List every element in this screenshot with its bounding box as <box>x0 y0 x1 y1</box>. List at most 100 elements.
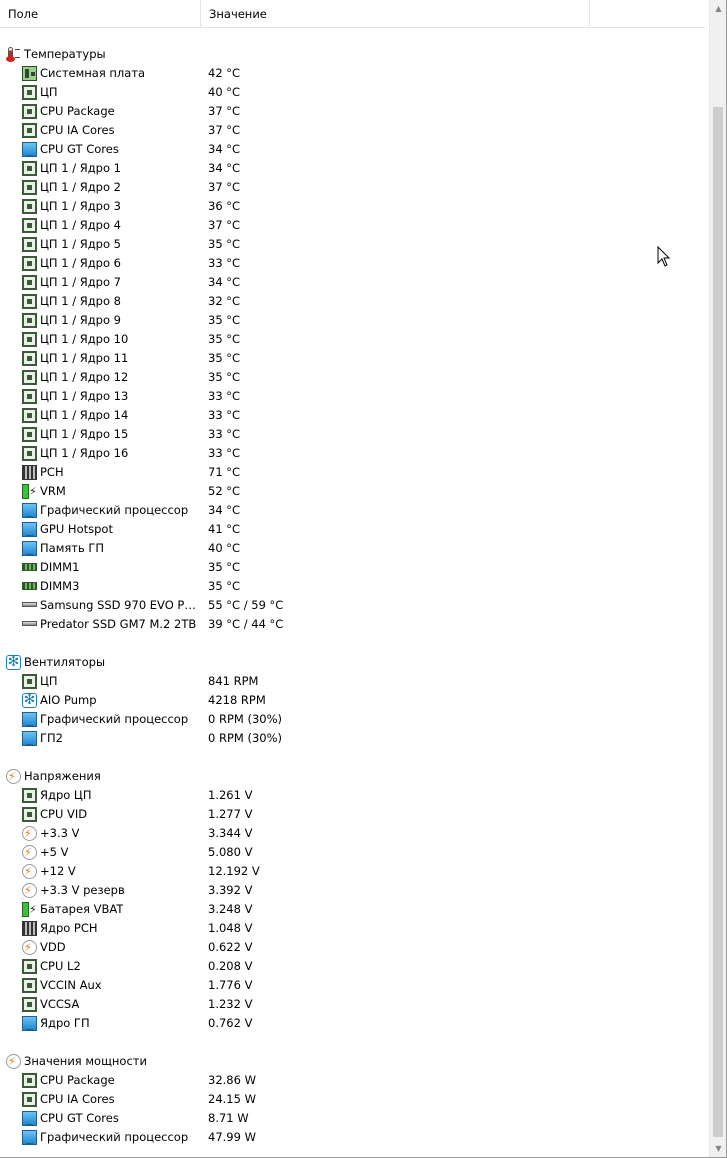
fan-icon: ✻ <box>22 692 37 708</box>
cpu-chip-icon <box>22 218 37 233</box>
cpu-chip-icon <box>22 788 37 803</box>
group-title: Значения мощности <box>24 1054 147 1068</box>
sensor-value: 1.232 V <box>208 997 253 1011</box>
sensor-row[interactable]: VRM 52 °C <box>0 482 705 501</box>
sensor-row[interactable]: Графический процессор 0 RPM (30%) <box>0 710 705 729</box>
sensor-label: Графический процессор <box>40 503 189 517</box>
sensor-row[interactable]: ЦП 1 / Ядро 6 33 °C <box>0 254 705 273</box>
sensor-row[interactable]: CPU GT Cores 8.71 W <box>0 1109 705 1128</box>
sensor-row[interactable]: ЦП 40 °C <box>0 83 705 102</box>
sensor-value: 41 °C <box>208 522 241 536</box>
sensor-row[interactable]: ЦП 1 / Ядро 12 35 °C <box>0 368 705 387</box>
sensor-row[interactable]: Системная плата 42 °C <box>0 64 705 83</box>
scroll-up-arrow-icon[interactable]: ▲ <box>710 0 727 17</box>
sensor-row[interactable]: GPU Hotspot 41 °C <box>0 520 705 539</box>
sensor-row[interactable]: PCH 71 °C <box>0 463 705 482</box>
sensor-row[interactable]: CPU GT Cores 34 °C <box>0 140 705 159</box>
voltage-icon <box>22 824 37 843</box>
sensor-label: PCH <box>40 465 64 479</box>
sensor-label: ЦП 1 / Ядро 6 <box>40 256 121 270</box>
ssd-drive-icon <box>22 602 37 607</box>
ram-module-icon <box>22 582 37 590</box>
sensor-row[interactable]: CPU VID 1.277 V <box>0 805 705 824</box>
sensor-row[interactable]: Ядро ЦП 1.261 V <box>0 786 705 805</box>
sensor-row[interactable]: ЦП 1 / Ядро 8 32 °C <box>0 292 705 311</box>
sensor-row[interactable]: ЦП 1 / Ядро 3 36 °C <box>0 197 705 216</box>
cpu-chip-icon <box>22 674 37 689</box>
sensor-label: ЦП <box>40 674 58 688</box>
sensor-label: ЦП 1 / Ядро 10 <box>40 332 129 346</box>
sensor-value: 35 °C <box>208 351 241 365</box>
sensor-row[interactable]: Samsung SSD 970 EVO Plus ... 55 °C / 59 °… <box>0 596 705 615</box>
cpu-chip-icon <box>22 313 37 328</box>
sensor-row[interactable]: ГП2 0 RPM (30%) <box>0 729 705 748</box>
sensor-value: 24.15 W <box>208 1092 256 1106</box>
sensor-value: 39 °C / 44 °C <box>208 617 284 631</box>
sensor-row[interactable]: ЦП 1 / Ядро 9 35 °C <box>0 311 705 330</box>
sensor-label: CPU GT Cores <box>40 1111 119 1125</box>
sensor-value: 12.192 V <box>208 864 260 878</box>
sensor-label: ЦП 1 / Ядро 1 <box>40 161 121 175</box>
sensor-row[interactable]: CPU Package 32.86 W <box>0 1071 705 1090</box>
sensor-row[interactable]: ЦП 1 / Ядро 7 34 °C <box>0 273 705 292</box>
sensor-row[interactable]: ✻ AIO Pump 4218 RPM <box>0 691 705 710</box>
sensor-row[interactable]: ЦП 1 / Ядро 10 35 °C <box>0 330 705 349</box>
sensor-value: 35 °C <box>208 579 241 593</box>
sensor-row[interactable]: Ядро ГП 0.762 V <box>0 1014 705 1033</box>
sensor-row[interactable]: +3.3 V резерв 3.392 V <box>0 881 705 900</box>
sensor-label: ЦП 1 / Ядро 2 <box>40 180 121 194</box>
column-header: Поле Значение <box>0 0 705 28</box>
sensor-value: 35 °C <box>208 332 241 346</box>
sensor-label: AIO Pump <box>40 693 97 707</box>
sensor-value: 5.080 V <box>208 845 253 859</box>
group-header[interactable]: Напряжения <box>0 767 705 786</box>
sensor-row[interactable]: ЦП 1 / Ядро 15 33 °C <box>0 425 705 444</box>
sensor-label: Системная плата <box>40 66 146 80</box>
sensor-row[interactable]: +3.3 V 3.344 V <box>0 824 705 843</box>
ram-module-icon <box>22 563 37 571</box>
cpu-chip-icon <box>22 959 37 974</box>
sensor-row[interactable]: VCCIN Aux 1.776 V <box>0 976 705 995</box>
sensor-value: 1.277 V <box>208 807 253 821</box>
column-header-value[interactable]: Значение <box>201 0 590 27</box>
sensor-row[interactable]: Ядро PCH 1.048 V <box>0 919 705 938</box>
sensor-row[interactable]: DIMM3 35 °C <box>0 577 705 596</box>
sensor-row[interactable]: VDD 0.622 V <box>0 938 705 957</box>
vertical-scrollbar[interactable]: ▲ ▼ <box>709 0 726 1157</box>
sensor-row[interactable]: CPU Package 37 °C <box>0 102 705 121</box>
sensor-row[interactable]: Память ГП 40 °C <box>0 539 705 558</box>
column-header-field[interactable]: Поле <box>0 0 201 27</box>
sensor-value: 32.86 W <box>208 1073 256 1087</box>
sensor-row[interactable]: DIMM1 35 °C <box>0 558 705 577</box>
sensor-row[interactable]: +5 V 5.080 V <box>0 843 705 862</box>
sensor-row[interactable]: CPU IA Cores 24.15 W <box>0 1090 705 1109</box>
sensor-row[interactable]: +12 V 12.192 V <box>0 862 705 881</box>
sensor-row[interactable]: ЦП 1 / Ядро 11 35 °C <box>0 349 705 368</box>
cpu-chip-icon <box>22 1092 37 1107</box>
sensor-row[interactable]: Батарея VBAT 3.248 V <box>0 900 705 919</box>
sensor-row[interactable]: ЦП 1 / Ядро 16 33 °C <box>0 444 705 463</box>
sensor-row[interactable]: ЦП 1 / Ядро 2 37 °C <box>0 178 705 197</box>
group-header[interactable]: ✻ Вентиляторы <box>0 653 705 672</box>
group-header[interactable]: Температуры <box>0 45 705 64</box>
sensor-row[interactable]: VCCSA 1.232 V <box>0 995 705 1014</box>
sensor-row[interactable]: Графический процессор 47.99 W <box>0 1128 705 1147</box>
motherboard-icon <box>22 66 37 81</box>
sensor-label: VRM <box>40 484 66 498</box>
sensor-row[interactable]: ЦП 1 / Ядро 14 33 °C <box>0 406 705 425</box>
sensor-row[interactable]: ЦП 1 / Ядро 1 34 °C <box>0 159 705 178</box>
sensor-row[interactable]: ЦП 841 RPM <box>0 672 705 691</box>
scroll-down-arrow-icon[interactable]: ▼ <box>710 1140 727 1157</box>
sensor-row[interactable]: ЦП 1 / Ядро 5 35 °C <box>0 235 705 254</box>
sensor-row[interactable]: ЦП 1 / Ядро 13 33 °C <box>0 387 705 406</box>
sensor-row[interactable]: ЦП 1 / Ядро 4 37 °C <box>0 216 705 235</box>
sensor-row[interactable]: CPU IA Cores 37 °C <box>0 121 705 140</box>
sensor-row[interactable]: CPU L2 0.208 V <box>0 957 705 976</box>
sensor-row[interactable]: Графический процессор 34 °C <box>0 501 705 520</box>
sensor-label: +12 V <box>40 864 76 878</box>
scrollbar-thumb[interactable] <box>713 107 723 1137</box>
sensor-row[interactable]: Predator SSD GM7 M.2 2TB 39 °C / 44 °C <box>0 615 705 634</box>
gpu-monitor-icon <box>22 142 37 157</box>
group-header[interactable]: Значения мощности <box>0 1052 705 1071</box>
sensor-value: 42 °C <box>208 66 241 80</box>
